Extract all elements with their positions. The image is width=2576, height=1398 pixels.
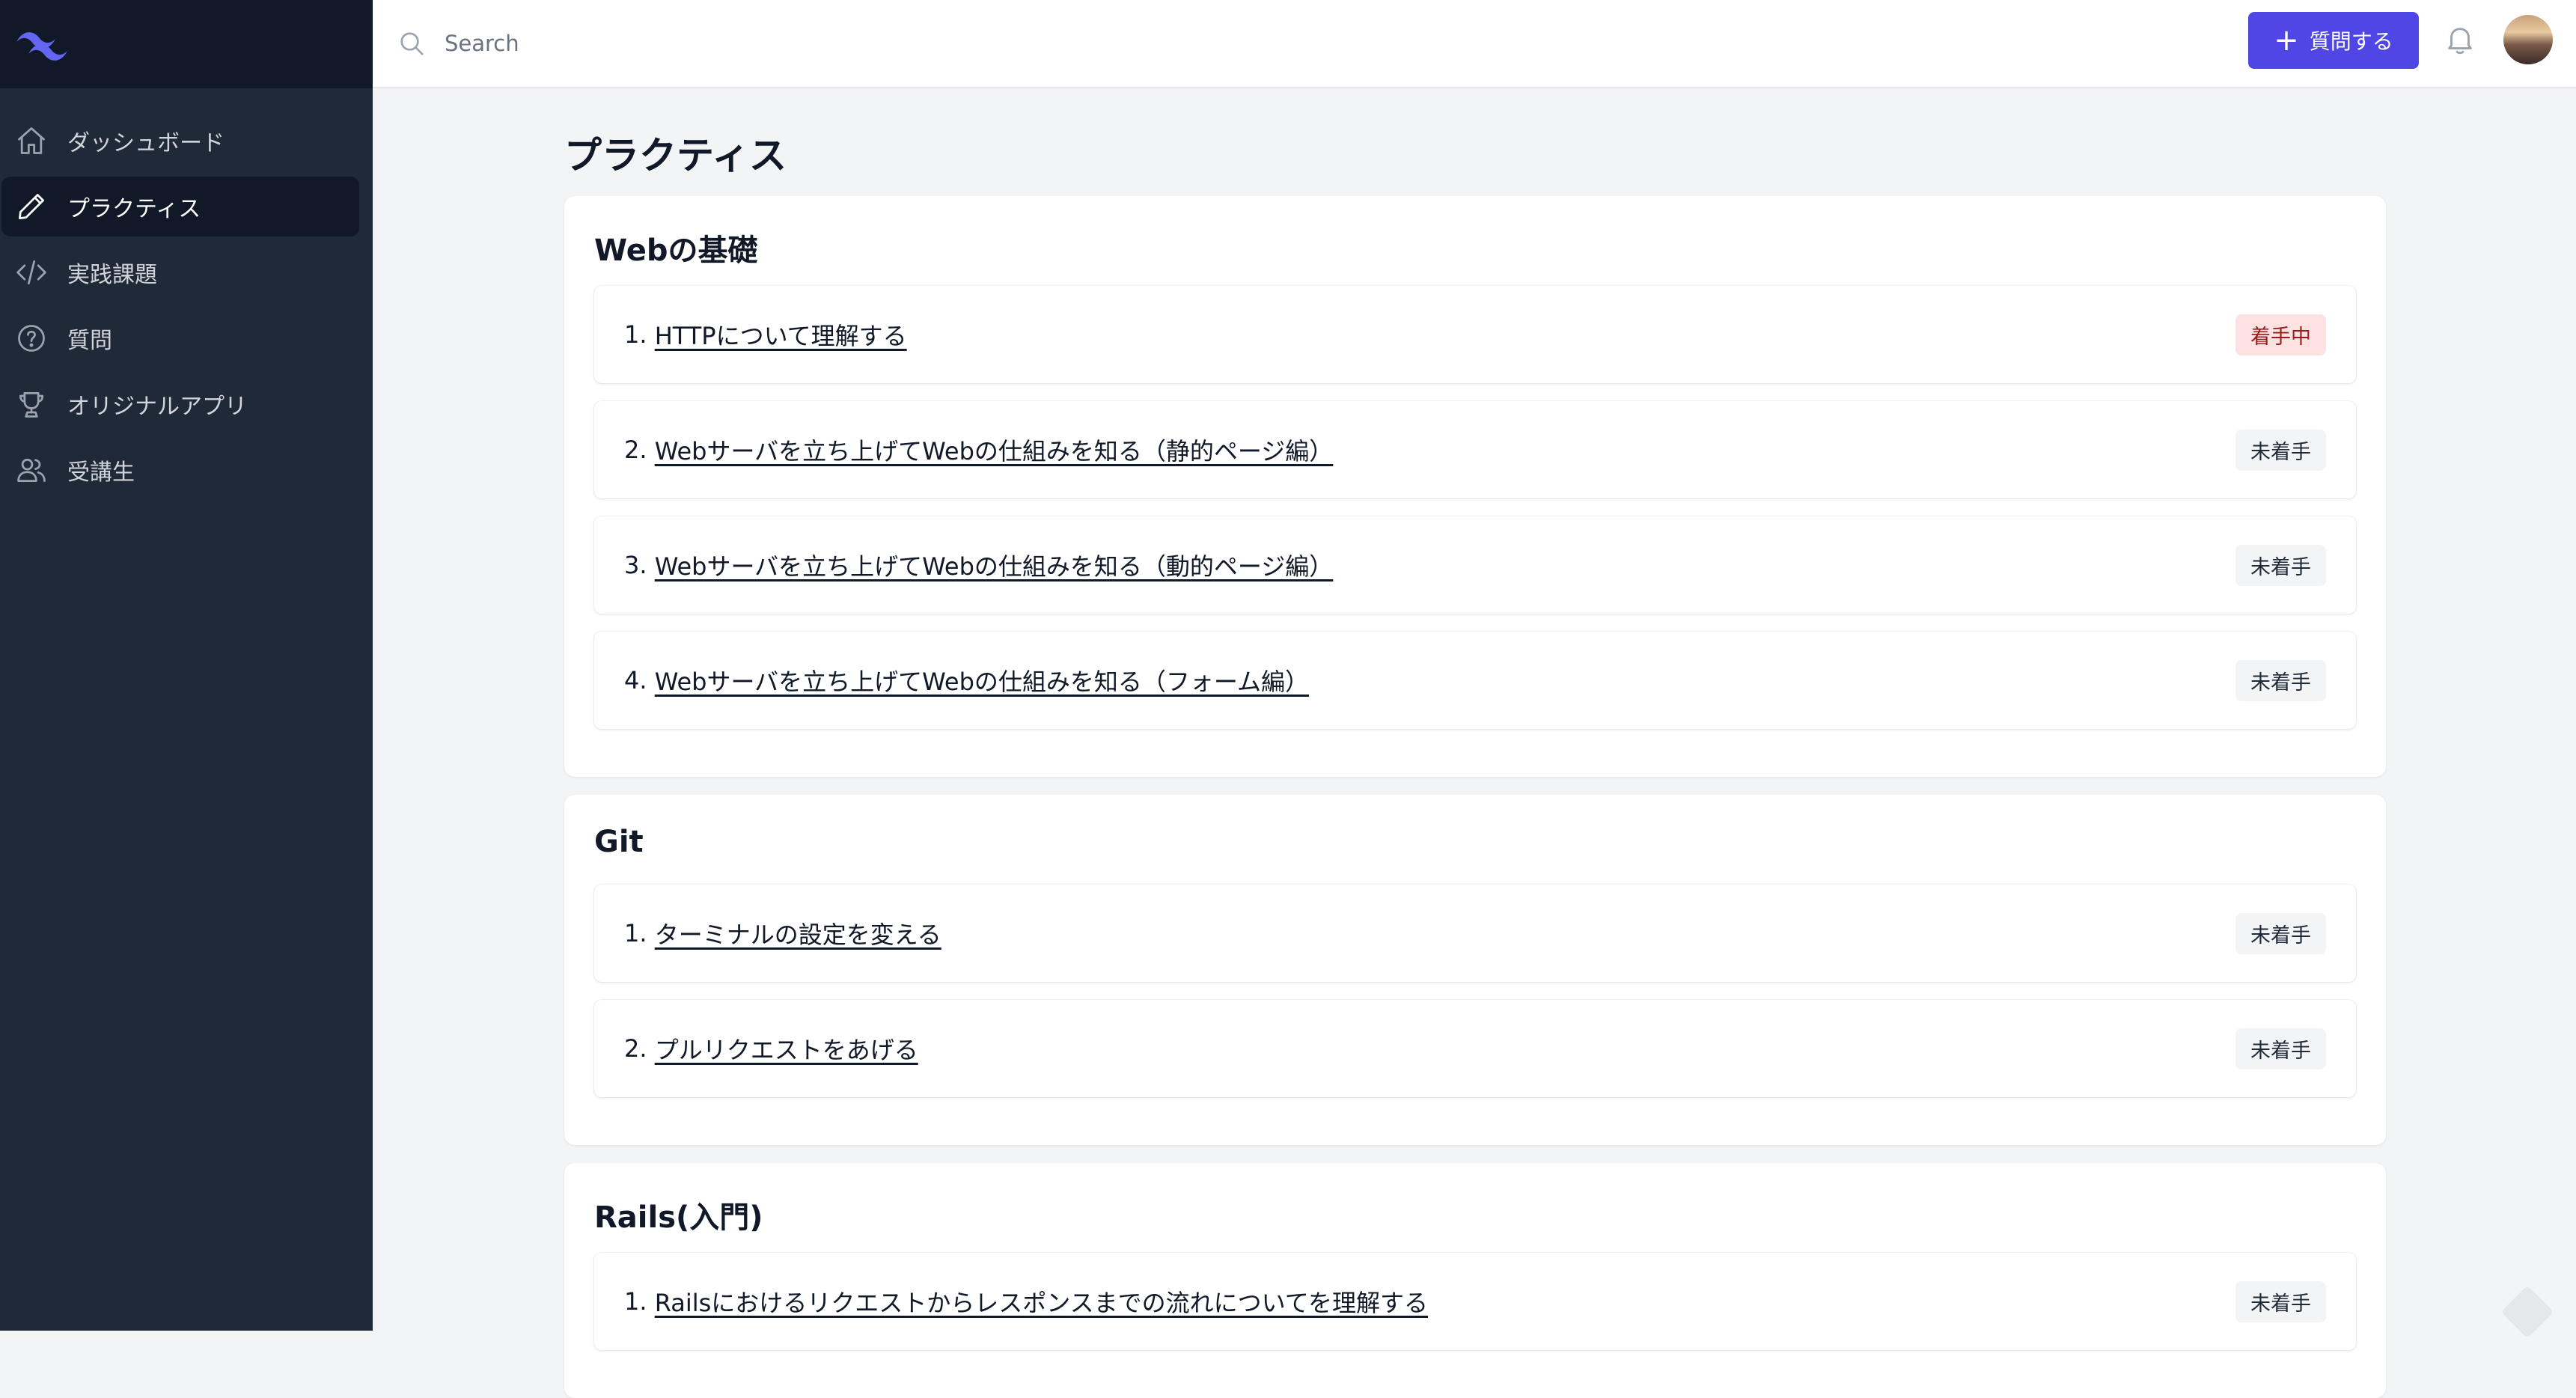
status-badge: 未着手	[2235, 429, 2326, 471]
code-icon	[16, 260, 46, 285]
status-badge: 未着手	[2235, 544, 2326, 586]
category-title: Git	[594, 825, 644, 859]
practice-link[interactable]: ターミナルの設定を変える	[655, 916, 941, 950]
status-badge: 未着手	[2235, 1281, 2326, 1322]
practice-item: 2. プルリクエストをあげる 未着手	[594, 1000, 2356, 1097]
status-badge: 未着手	[2235, 1028, 2326, 1069]
sidebar-item-original-apps[interactable]: オリジナルアプリ	[1, 374, 359, 434]
sidebar-item-label: 受講生	[67, 460, 135, 486]
sidebar-item-students[interactable]: 受講生	[1, 440, 359, 500]
sidebar-item-dashboard[interactable]: ダッシュボード	[1, 111, 359, 171]
sidebar-nav: ダッシュボード プラクティス 実践課題 質問 オリジナルアプリ 受講生	[0, 88, 373, 500]
logo-icon	[16, 32, 67, 61]
practice-category: Webの基礎 1. HTTPについて理解する 着手中 2. Webサーバを立ち上…	[564, 196, 2386, 777]
practice-item: 3. Webサーバを立ち上げてWebの仕組みを知る（動的ページ編） 未着手	[594, 516, 2356, 614]
status-badge: 未着手	[2235, 912, 2326, 954]
practice-link[interactable]: Webサーバを立ち上げてWebの仕組みを知る（フォーム編）	[655, 663, 1309, 698]
search-input[interactable]	[445, 31, 1642, 56]
practice-category: Git 1. ターミナルの設定を変える 未着手 2. プルリクエストをあげる 未…	[564, 795, 2386, 1145]
logo[interactable]	[0, 0, 373, 88]
practice-number: 2.	[624, 436, 647, 464]
top-header: + 質問する	[373, 0, 2576, 88]
practice-item: 2. Webサーバを立ち上げてWebの仕組みを知る（静的ページ編） 未着手	[594, 401, 2356, 498]
practice-link[interactable]: Railsにおけるリクエストからレスポンスまでの流れについてを理解する	[655, 1284, 1428, 1319]
bell-icon[interactable]	[2443, 22, 2477, 57]
practice-category: Rails(入門) 1. Railsにおけるリクエストからレスポンスまでの流れに…	[564, 1163, 2386, 1398]
practice-link[interactable]: Webサーバを立ち上げてWebの仕組みを知る（静的ページ編）	[655, 433, 1334, 467]
practice-link[interactable]: プルリクエストをあげる	[655, 1031, 918, 1066]
practice-number: 1.	[624, 1287, 647, 1316]
sidebar-item-label: プラクティス	[67, 196, 201, 222]
sidebar-item-label: 質問	[67, 328, 112, 354]
sidebar-item-questions[interactable]: 質問	[1, 308, 359, 368]
sidebar-item-label: ダッシュボード	[67, 130, 225, 156]
home-icon	[18, 127, 45, 154]
sidebar-item-assignments[interactable]: 実践課題	[1, 242, 359, 302]
practice-number: 1.	[624, 320, 647, 349]
search-icon	[400, 32, 424, 55]
practice-number: 1.	[624, 919, 647, 947]
sidebar-item-label: オリジナルアプリ	[67, 394, 247, 420]
avatar[interactable]	[2503, 15, 2553, 64]
status-badge: 未着手	[2235, 659, 2326, 701]
question-icon	[18, 325, 45, 352]
category-title: Webの基礎	[594, 233, 758, 268]
sidebar: ダッシュボード プラクティス 実践課題 質問 オリジナルアプリ 受講生	[0, 0, 373, 1331]
sidebar-item-label: 実践課題	[67, 262, 157, 288]
practice-item: 1. Railsにおけるリクエストからレスポンスまでの流れについてを理解する 未…	[594, 1253, 2356, 1350]
category-title: Rails(入門)	[594, 1200, 763, 1235]
sidebar-item-practices[interactable]: プラクティス	[1, 177, 359, 236]
page-title: プラクティス	[564, 134, 787, 177]
practice-number: 2.	[624, 1034, 647, 1063]
main-content: プラクティス Webの基礎 1. HTTPについて理解する 着手中 2. Web…	[564, 88, 2386, 1398]
pencil-icon	[19, 194, 44, 219]
practice-item: 1. HTTPについて理解する 着手中	[594, 286, 2356, 383]
plus-icon: +	[2274, 23, 2299, 58]
practice-number: 3.	[624, 551, 647, 579]
practice-number: 4.	[624, 666, 647, 695]
status-badge: 着手中	[2235, 314, 2326, 355]
ask-question-label: 質問する	[2309, 29, 2393, 54]
practice-link[interactable]: Webサーバを立ち上げてWebの仕組みを知る（動的ページ編）	[655, 548, 1334, 582]
trophy-icon	[19, 391, 44, 418]
practice-item: 4. Webサーバを立ち上げてWebの仕組みを知る（フォーム編） 未着手	[594, 632, 2356, 729]
users-icon	[17, 458, 46, 483]
practice-item: 1. ターミナルの設定を変える 未着手	[594, 885, 2356, 982]
practice-link[interactable]: HTTPについて理解する	[655, 317, 907, 352]
ask-question-button[interactable]: + 質問する	[2248, 12, 2419, 69]
